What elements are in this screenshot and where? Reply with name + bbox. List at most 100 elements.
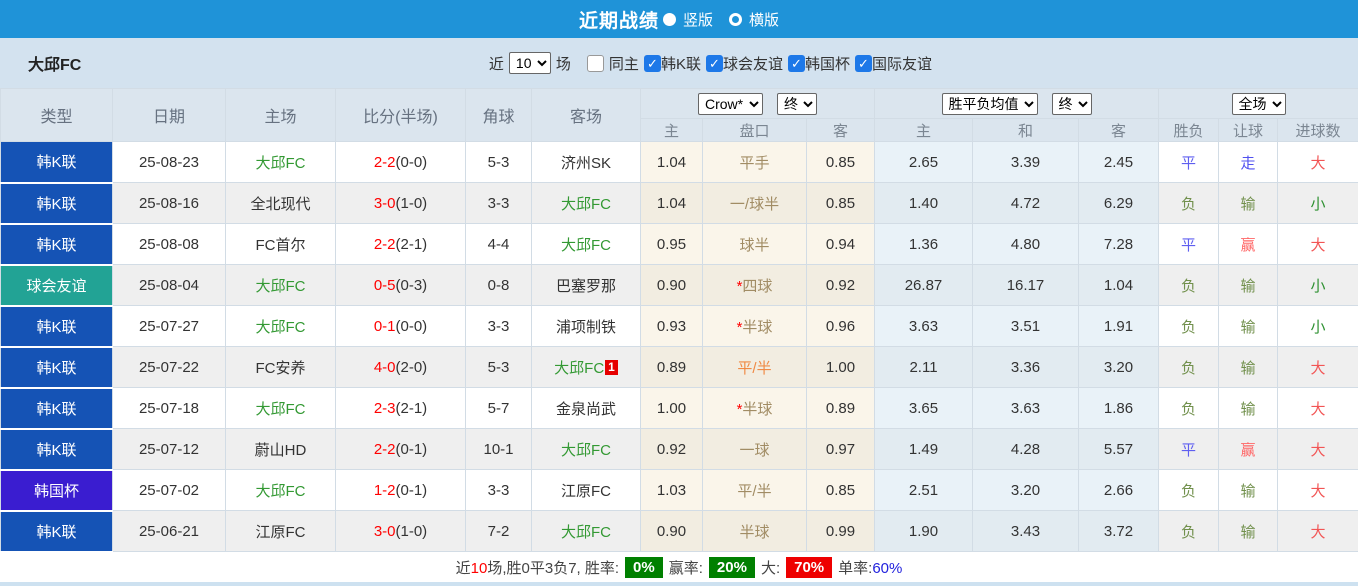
avg-home-odds: 1.49: [875, 429, 973, 470]
league-checkbox-korea-cup[interactable]: ✓: [788, 55, 805, 72]
home-team-name: 大邱FC: [256, 401, 306, 418]
result-wdl: 负: [1159, 511, 1219, 552]
league-label: 韩K联: [661, 53, 701, 74]
home-team: 蔚山HD: [226, 429, 336, 470]
horizontal-radio-icon[interactable]: [729, 13, 742, 26]
handicap-line: 球半: [703, 224, 807, 265]
match-type-badge: 韩K联: [1, 511, 113, 552]
big-rate-badge: 70%: [786, 557, 832, 578]
result-wdl: 负: [1159, 183, 1219, 224]
home-team: FC首尔: [226, 224, 336, 265]
home-team: 大邱FC: [226, 306, 336, 347]
match-type-badge: 韩K联: [1, 429, 113, 470]
avg-time-select[interactable]: 终: [1052, 93, 1092, 115]
away-team: 大邱FC: [532, 183, 641, 224]
home-handicap-odds: 0.89: [641, 347, 703, 388]
result-goals: 大: [1278, 470, 1358, 511]
away-handicap-odds: 0.99: [807, 511, 875, 552]
corners: 0-8: [466, 265, 532, 306]
match-type-badge: 韩K联: [1, 224, 113, 265]
halftime-score: (2-1): [396, 400, 428, 417]
summary-text: 近10场,胜0平3负7, 胜率:: [456, 557, 619, 578]
scope-dropdown-cell: 全场: [1159, 89, 1358, 119]
fulltime-score: 3-0: [374, 195, 396, 212]
vertical-radio-icon[interactable]: [663, 13, 676, 26]
home-handicap-odds: 0.90: [641, 265, 703, 306]
away-team: 巴塞罗那: [532, 265, 641, 306]
result-handicap: 输: [1219, 470, 1278, 511]
handicap-text: 一/球半: [730, 196, 779, 213]
handicap-text: 球半: [739, 237, 769, 254]
match-date: 25-08-08: [113, 224, 226, 265]
score-cell: 3-0(1-0): [336, 511, 466, 552]
score-cell: 2-2(0-1): [336, 429, 466, 470]
home-handicap-odds: 1.00: [641, 388, 703, 429]
home-team: FC安养: [226, 347, 336, 388]
away-team-name: 济州SK: [561, 155, 611, 172]
avg-draw-odds: 4.72: [973, 183, 1079, 224]
same-home-checkbox[interactable]: [587, 55, 604, 72]
handicap-text: 一球: [739, 442, 769, 459]
win-rate-badge: 0%: [625, 557, 663, 578]
match-date: 25-06-21: [113, 511, 226, 552]
away-handicap-odds: 0.97: [807, 429, 875, 470]
table-row: 韩K联 25-08-08 FC首尔 2-2(2-1) 4-4 大邱FC 0.95…: [1, 224, 1358, 265]
summary-count: 10: [471, 560, 488, 577]
halftime-score: (0-1): [396, 441, 428, 458]
avg-away-odds: 5.57: [1079, 429, 1159, 470]
fulltime-score: 1-2: [374, 482, 396, 499]
avg-draw-odds: 3.63: [973, 388, 1079, 429]
matches-label: 场: [556, 53, 571, 74]
home-team: 全北现代: [226, 183, 336, 224]
fulltime-score: 4-0: [374, 359, 396, 376]
avg-type-select[interactable]: 胜平负均值: [942, 93, 1038, 115]
single-rate: 单率:60%: [838, 557, 902, 578]
home-team: 大邱FC: [226, 265, 336, 306]
match-date: 25-08-23: [113, 142, 226, 183]
corners: 5-7: [466, 388, 532, 429]
handicap-text: 平/半: [737, 483, 771, 500]
away-team-sup-badge: 1: [605, 360, 618, 375]
summary-bar: 近10场,胜0平3负7, 胜率: 0% 赢率: 20% 大: 70% 单率:60…: [0, 553, 1358, 582]
vertical-radio-label[interactable]: 竖版: [683, 9, 713, 30]
home-team-name: FC安养: [256, 360, 306, 377]
handicap-line: 半球: [703, 511, 807, 552]
corners: 3-3: [466, 306, 532, 347]
recent-count-select[interactable]: 10: [509, 52, 551, 74]
avg-away-odds: 3.20: [1079, 347, 1159, 388]
handicap-text: 半球: [742, 319, 772, 336]
result-goals: 大: [1278, 347, 1358, 388]
match-type-badge: 球会友谊: [1, 265, 113, 306]
odds-time-select[interactable]: 终: [777, 93, 817, 115]
away-team-name: 大邱FC: [554, 360, 604, 377]
match-type-badge: 韩K联: [1, 183, 113, 224]
scope-select[interactable]: 全场: [1232, 93, 1286, 115]
corners: 3-3: [466, 183, 532, 224]
table-row: 韩K联 25-07-22 FC安养 4-0(2-0) 5-3 大邱FC1 0.8…: [1, 347, 1358, 388]
halftime-score: (2-0): [396, 359, 428, 376]
avg-home-odds: 2.11: [875, 347, 973, 388]
result-handicap: 输: [1219, 511, 1278, 552]
page-title: 近期战绩: [579, 6, 659, 33]
league-checkbox-hankl[interactable]: ✓: [644, 55, 661, 72]
odds-source-select[interactable]: Crow*: [698, 93, 763, 115]
avg-home-odds: 1.40: [875, 183, 973, 224]
away-team-name: 金泉尚武: [556, 401, 616, 418]
score-cell: 1-2(0-1): [336, 470, 466, 511]
subcol-goals: 进球数: [1278, 119, 1358, 142]
away-team-name: 巴塞罗那: [556, 278, 616, 295]
handicap-text: 平手: [739, 155, 769, 172]
away-team-name: 大邱FC: [561, 237, 611, 254]
halftime-score: (1-0): [396, 523, 428, 540]
avg-draw-odds: 4.28: [973, 429, 1079, 470]
home-team: 大邱FC: [226, 388, 336, 429]
league-checkbox-club-friendly[interactable]: ✓: [706, 55, 723, 72]
league-checkbox-intl-friendly[interactable]: ✓: [855, 55, 872, 72]
home-handicap-odds: 0.93: [641, 306, 703, 347]
horizontal-radio-label[interactable]: 横版: [749, 9, 779, 30]
col-date: 日期: [113, 89, 226, 142]
handicap-line: 平/半: [703, 470, 807, 511]
avg-draw-odds: 3.36: [973, 347, 1079, 388]
league-filter: ✓ 韩K联: [644, 53, 701, 74]
match-type-badge: 韩K联: [1, 388, 113, 429]
